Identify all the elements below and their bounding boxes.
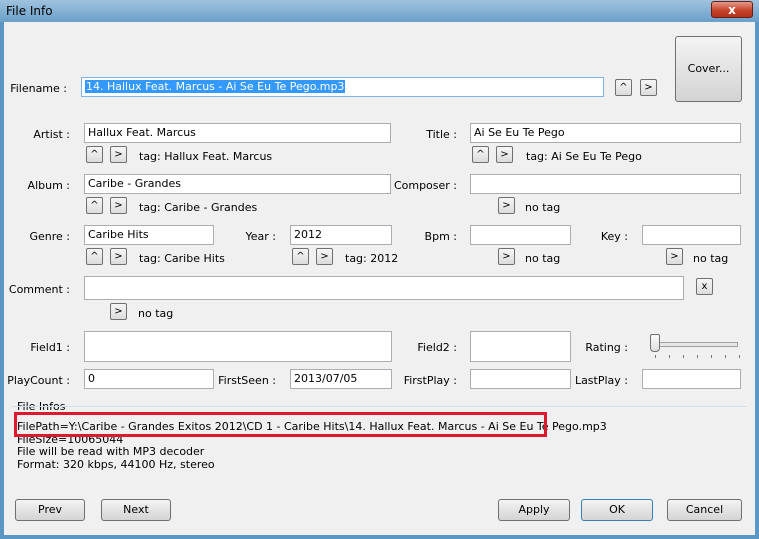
album-label: Album : bbox=[27, 179, 70, 192]
apply-button[interactable]: Apply bbox=[498, 499, 570, 521]
cover-button[interactable]: Cover... bbox=[675, 36, 742, 102]
genre-copy-tag-button[interactable]: > bbox=[110, 248, 127, 265]
genre-input[interactable]: Caribe Hits bbox=[84, 225, 214, 245]
lastplay-label: LastPlay : bbox=[574, 374, 628, 387]
title-up-button[interactable]: ^ bbox=[472, 146, 489, 163]
artist-copy-tag-button[interactable]: > bbox=[110, 146, 127, 163]
field2-label: Field2 : bbox=[417, 341, 457, 354]
filename-label: Filename : bbox=[10, 82, 67, 95]
title-input[interactable]: Ai Se Eu Te Pego bbox=[470, 123, 741, 143]
rating-label: Rating : bbox=[585, 341, 628, 354]
field1-input[interactable] bbox=[84, 331, 392, 362]
format-line: Format: 320 kbps, 44100 Hz, stereo bbox=[17, 457, 215, 471]
rating-tick bbox=[697, 355, 698, 358]
prev-button[interactable]: Prev bbox=[15, 499, 85, 521]
composer-copy-tag-button[interactable]: > bbox=[498, 197, 515, 214]
field2-input[interactable] bbox=[470, 331, 571, 362]
key-label: Key : bbox=[600, 230, 628, 243]
comment-input[interactable] bbox=[84, 276, 684, 300]
filename-value: 14. Hallux Feat. Marcus - Ai Se Eu Te Pe… bbox=[85, 80, 346, 93]
album-copy-tag-button[interactable]: > bbox=[110, 197, 127, 214]
comment-copy-tag-button[interactable]: > bbox=[110, 303, 127, 320]
year-copy-tag-button[interactable]: > bbox=[316, 248, 333, 265]
album-up-button[interactable]: ^ bbox=[86, 197, 103, 214]
firstplay-input[interactable] bbox=[470, 369, 571, 389]
composer-input[interactable] bbox=[470, 174, 741, 194]
year-tag: tag: 2012 bbox=[345, 252, 399, 265]
title-copy-tag-button[interactable]: > bbox=[496, 146, 513, 163]
title-label: Title : bbox=[426, 128, 457, 141]
artist-tag: tag: Hallux Feat. Marcus bbox=[139, 150, 273, 163]
next-button[interactable]: Next bbox=[101, 499, 171, 521]
filename-input[interactable]: 14. Hallux Feat. Marcus - Ai Se Eu Te Pe… bbox=[81, 77, 604, 97]
dialog-body: Filename : 14. Hallux Feat. Marcus - Ai … bbox=[4, 22, 755, 535]
year-up-button[interactable]: ^ bbox=[292, 248, 309, 265]
window-title: File Info bbox=[6, 4, 53, 18]
comment-tag: no tag bbox=[138, 307, 174, 320]
artist-input[interactable]: Hallux Feat. Marcus bbox=[84, 123, 391, 143]
genre-up-button[interactable]: ^ bbox=[86, 248, 103, 265]
comment-clear-button[interactable]: x bbox=[696, 278, 713, 295]
close-button[interactable]: x bbox=[711, 1, 753, 18]
file-info-window: File Info x Filename : 14. Hallux Feat. … bbox=[0, 0, 759, 539]
bpm-input[interactable] bbox=[470, 225, 571, 245]
rating-tick bbox=[725, 355, 726, 358]
key-input[interactable] bbox=[642, 225, 741, 245]
album-tag: tag: Caribe - Grandes bbox=[139, 201, 258, 214]
key-copy-tag-button[interactable]: > bbox=[666, 248, 683, 265]
firstplay-label: FirstPlay : bbox=[403, 374, 457, 387]
title-tag: tag: Ai Se Eu Te Pego bbox=[526, 150, 642, 163]
rating-slider-thumb[interactable] bbox=[650, 334, 660, 352]
title-bar[interactable]: File Info x bbox=[0, 0, 759, 22]
filename-next-button[interactable]: > bbox=[640, 79, 657, 96]
genre-label: Genre : bbox=[29, 230, 70, 243]
comment-label: Comment : bbox=[8, 283, 70, 296]
bpm-copy-tag-button[interactable]: > bbox=[498, 248, 515, 265]
album-input[interactable]: Caribe - Grandes bbox=[84, 174, 391, 194]
year-input[interactable]: 2012 bbox=[290, 225, 392, 245]
cancel-button[interactable]: Cancel bbox=[667, 499, 742, 521]
lastplay-input[interactable] bbox=[642, 369, 741, 389]
rating-tick bbox=[683, 355, 684, 358]
filename-up-button[interactable]: ^ bbox=[615, 79, 632, 96]
rating-tick bbox=[739, 355, 740, 358]
bpm-label: Bpm : bbox=[424, 230, 457, 243]
composer-tag: no tag bbox=[525, 201, 561, 214]
playcount-label: PlayCount : bbox=[7, 374, 70, 387]
key-tag: no tag bbox=[693, 252, 729, 265]
genre-tag: tag: Caribe Hits bbox=[139, 252, 225, 265]
playcount-input[interactable]: 0 bbox=[84, 369, 214, 389]
artist-up-button[interactable]: ^ bbox=[86, 146, 103, 163]
filepath-highlight-box bbox=[14, 412, 547, 437]
bpm-tag: no tag bbox=[525, 252, 561, 265]
artist-label: Artist : bbox=[33, 128, 70, 141]
rating-tick bbox=[711, 355, 712, 358]
ok-button[interactable]: OK bbox=[581, 499, 653, 521]
rating-tick bbox=[655, 355, 656, 358]
firstseen-label: FirstSeen : bbox=[218, 374, 276, 387]
rating-tick bbox=[669, 355, 670, 358]
composer-label: Composer : bbox=[393, 179, 457, 192]
rating-slider-track[interactable] bbox=[652, 342, 738, 347]
firstseen-input[interactable]: 2013/07/05 bbox=[290, 369, 392, 389]
year-label: Year : bbox=[245, 230, 277, 243]
decoder-line: File will be read with MP3 decoder bbox=[17, 445, 205, 458]
field1-label: Field1 : bbox=[30, 341, 70, 354]
